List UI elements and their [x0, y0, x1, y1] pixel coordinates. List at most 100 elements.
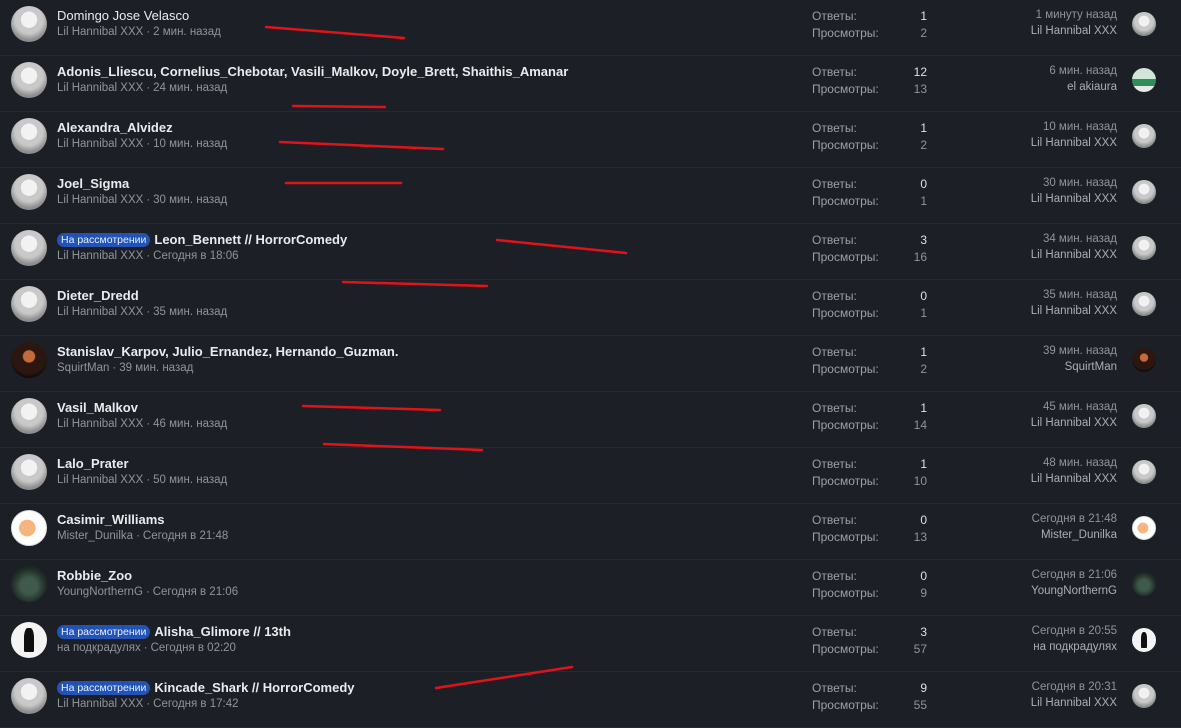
- thread-title-link[interactable]: Leon_Bennett // HorrorComedy: [154, 232, 347, 247]
- last-poster-avatar[interactable]: [1132, 516, 1156, 540]
- last-post-time[interactable]: Сегодня в 20:55: [1032, 625, 1117, 637]
- last-post-user[interactable]: Lil Hannibal XXX: [1031, 137, 1117, 149]
- thread-row[interactable]: Alexandra_Alvidez Lil Hannibal XXX · 10 мин…: [0, 112, 1181, 168]
- thread-row[interactable]: Adonis_Lliescu, Cornelius_Chebotar, Vasi…: [0, 56, 1181, 112]
- thread-title-link[interactable]: Alisha_Glimore // 13th: [154, 624, 291, 639]
- last-poster-avatar[interactable]: [1132, 460, 1156, 484]
- thread-row[interactable]: Casimir_Williams Mister_Dunilka · Сегодня в…: [0, 504, 1181, 560]
- thread-start-time[interactable]: Сегодня в 21:06: [153, 586, 238, 598]
- last-poster-avatar[interactable]: [1132, 628, 1156, 652]
- author-name[interactable]: Lil Hannibal XXX: [57, 82, 143, 94]
- last-post-user[interactable]: Lil Hannibal XXX: [1031, 473, 1117, 485]
- thread-title-link[interactable]: Alexandra_Alvidez: [57, 120, 173, 135]
- last-poster-avatar[interactable]: [1132, 684, 1156, 708]
- last-post-time[interactable]: 34 мин. назад: [1043, 233, 1117, 245]
- thread-title-link[interactable]: Adonis_Lliescu, Cornelius_Chebotar, Vasi…: [57, 64, 568, 79]
- thread-start-time[interactable]: 24 мин. назад: [153, 82, 227, 94]
- author-avatar[interactable]: [11, 118, 47, 154]
- author-name[interactable]: Lil Hannibal XXX: [57, 194, 143, 206]
- last-poster-avatar[interactable]: [1132, 348, 1156, 372]
- thread-row[interactable]: На рассмотрении Leon_Bennett // HorrorCom…: [0, 224, 1181, 280]
- thread-title-link[interactable]: Lalo_Prater: [57, 456, 129, 471]
- author-avatar[interactable]: [11, 62, 47, 98]
- last-post-user[interactable]: el akiaura: [1067, 81, 1117, 93]
- thread-title-link[interactable]: Domingo Jose Velasco: [57, 8, 189, 23]
- last-post-time[interactable]: Сегодня в 21:48: [1032, 513, 1117, 525]
- last-post-time[interactable]: 48 мин. назад: [1043, 457, 1117, 469]
- last-poster-avatar[interactable]: [1132, 68, 1156, 92]
- last-post-time[interactable]: 45 мин. назад: [1043, 401, 1117, 413]
- thread-start-time[interactable]: 39 мин. назад: [119, 362, 193, 374]
- thread-start-time[interactable]: 10 мин. назад: [153, 138, 227, 150]
- thread-title-link[interactable]: Stanislav_Karpov, Julio_Ernandez, Hernan…: [57, 344, 398, 359]
- author-avatar[interactable]: [11, 566, 47, 602]
- last-poster-avatar[interactable]: [1132, 572, 1156, 596]
- last-post-user[interactable]: Mister_Dunilka: [1041, 529, 1117, 541]
- last-post-user[interactable]: Lil Hannibal XXX: [1031, 697, 1117, 709]
- author-avatar[interactable]: [11, 286, 47, 322]
- last-poster-avatar[interactable]: [1132, 236, 1156, 260]
- thread-row[interactable]: Dieter_Dredd Lil Hannibal XXX · 35 мин. наз…: [0, 280, 1181, 336]
- last-post-time[interactable]: 6 мин. назад: [1049, 65, 1117, 77]
- thread-start-time[interactable]: 30 мин. назад: [153, 194, 227, 206]
- author-name[interactable]: Lil Hannibal XXX: [57, 418, 143, 430]
- author-name[interactable]: Lil Hannibal XXX: [57, 26, 143, 38]
- thread-title-link[interactable]: Robbie_Zoo: [57, 568, 132, 583]
- thread-title-link[interactable]: Casimir_Williams: [57, 512, 165, 527]
- thread-start-time[interactable]: Сегодня в 21:48: [143, 530, 228, 542]
- last-post-user[interactable]: Lil Hannibal XXX: [1031, 25, 1117, 37]
- author-name[interactable]: Mister_Dunilka: [57, 530, 133, 542]
- author-name[interactable]: Lil Hannibal XXX: [57, 250, 143, 262]
- thread-start-time[interactable]: Сегодня в 17:42: [153, 698, 238, 710]
- author-avatar[interactable]: [11, 622, 47, 658]
- last-poster-avatar[interactable]: [1132, 404, 1156, 428]
- author-name[interactable]: Lil Hannibal XXX: [57, 138, 143, 150]
- thread-title-link[interactable]: Joel_Sigma: [57, 176, 129, 191]
- last-poster-avatar[interactable]: [1132, 124, 1156, 148]
- author-avatar[interactable]: [11, 174, 47, 210]
- last-poster-avatar[interactable]: [1132, 12, 1156, 36]
- author-avatar[interactable]: [11, 510, 47, 546]
- author-name[interactable]: Lil Hannibal XXX: [57, 698, 143, 710]
- thread-title-link[interactable]: Kincade_Shark // HorrorComedy: [154, 680, 354, 695]
- last-post-time[interactable]: 1 минуту назад: [1036, 9, 1117, 21]
- last-post-user[interactable]: YoungNorthernG: [1031, 585, 1117, 597]
- thread-title-link[interactable]: Dieter_Dredd: [57, 288, 139, 303]
- author-avatar[interactable]: [11, 678, 47, 714]
- author-avatar[interactable]: [11, 6, 47, 42]
- last-post-time[interactable]: Сегодня в 21:06: [1032, 569, 1117, 581]
- author-avatar[interactable]: [11, 230, 47, 266]
- thread-start-time[interactable]: Сегодня в 02:20: [151, 642, 236, 654]
- author-avatar[interactable]: [11, 398, 47, 434]
- thread-title-link[interactable]: Vasil_Malkov: [57, 400, 138, 415]
- last-poster-avatar[interactable]: [1132, 180, 1156, 204]
- author-name[interactable]: на подкрадулях: [57, 642, 141, 654]
- last-post-time[interactable]: 30 мин. назад: [1043, 177, 1117, 189]
- author-avatar[interactable]: [11, 454, 47, 490]
- thread-start-time[interactable]: 46 мин. назад: [153, 418, 227, 430]
- author-name[interactable]: Lil Hannibal XXX: [57, 306, 143, 318]
- last-post-user[interactable]: на подкрадулях: [1033, 641, 1117, 653]
- thread-row[interactable]: Vasil_Malkov Lil Hannibal XXX · 46 мин. наз…: [0, 392, 1181, 448]
- thread-start-time[interactable]: Сегодня в 18:06: [153, 250, 238, 262]
- thread-row[interactable]: Domingo Jose Velasco Lil Hannibal XXX · 2 м…: [0, 0, 1181, 56]
- thread-start-time[interactable]: 50 мин. назад: [153, 474, 227, 486]
- last-post-user[interactable]: Lil Hannibal XXX: [1031, 305, 1117, 317]
- author-name[interactable]: SquirtMan: [57, 362, 109, 374]
- last-post-user[interactable]: Lil Hannibal XXX: [1031, 249, 1117, 261]
- thread-row[interactable]: Robbie_Zoo YoungNorthernG · Сегодня в 21:06…: [0, 560, 1181, 616]
- last-post-time[interactable]: 35 мин. назад: [1043, 289, 1117, 301]
- last-post-time[interactable]: Сегодня в 20:31: [1032, 681, 1117, 693]
- last-post-time[interactable]: 10 мин. назад: [1043, 121, 1117, 133]
- author-avatar[interactable]: [11, 342, 47, 378]
- thread-start-time[interactable]: 35 мин. назад: [153, 306, 227, 318]
- thread-row[interactable]: На рассмотрении Alisha_Glimore // 13th на …: [0, 616, 1181, 672]
- thread-row[interactable]: Lalo_Prater Lil Hannibal XXX · 50 мин. наза…: [0, 448, 1181, 504]
- last-poster-avatar[interactable]: [1132, 292, 1156, 316]
- author-name[interactable]: YoungNorthernG: [57, 586, 143, 598]
- thread-row[interactable]: Stanislav_Karpov, Julio_Ernandez, Hernan…: [0, 336, 1181, 392]
- thread-row[interactable]: На рассмотрении Kincade_Shark // HorrorCo…: [0, 672, 1181, 728]
- last-post-user[interactable]: Lil Hannibal XXX: [1031, 417, 1117, 429]
- thread-row[interactable]: Joel_Sigma Lil Hannibal XXX · 30 мин. назад…: [0, 168, 1181, 224]
- last-post-user[interactable]: Lil Hannibal XXX: [1031, 193, 1117, 205]
